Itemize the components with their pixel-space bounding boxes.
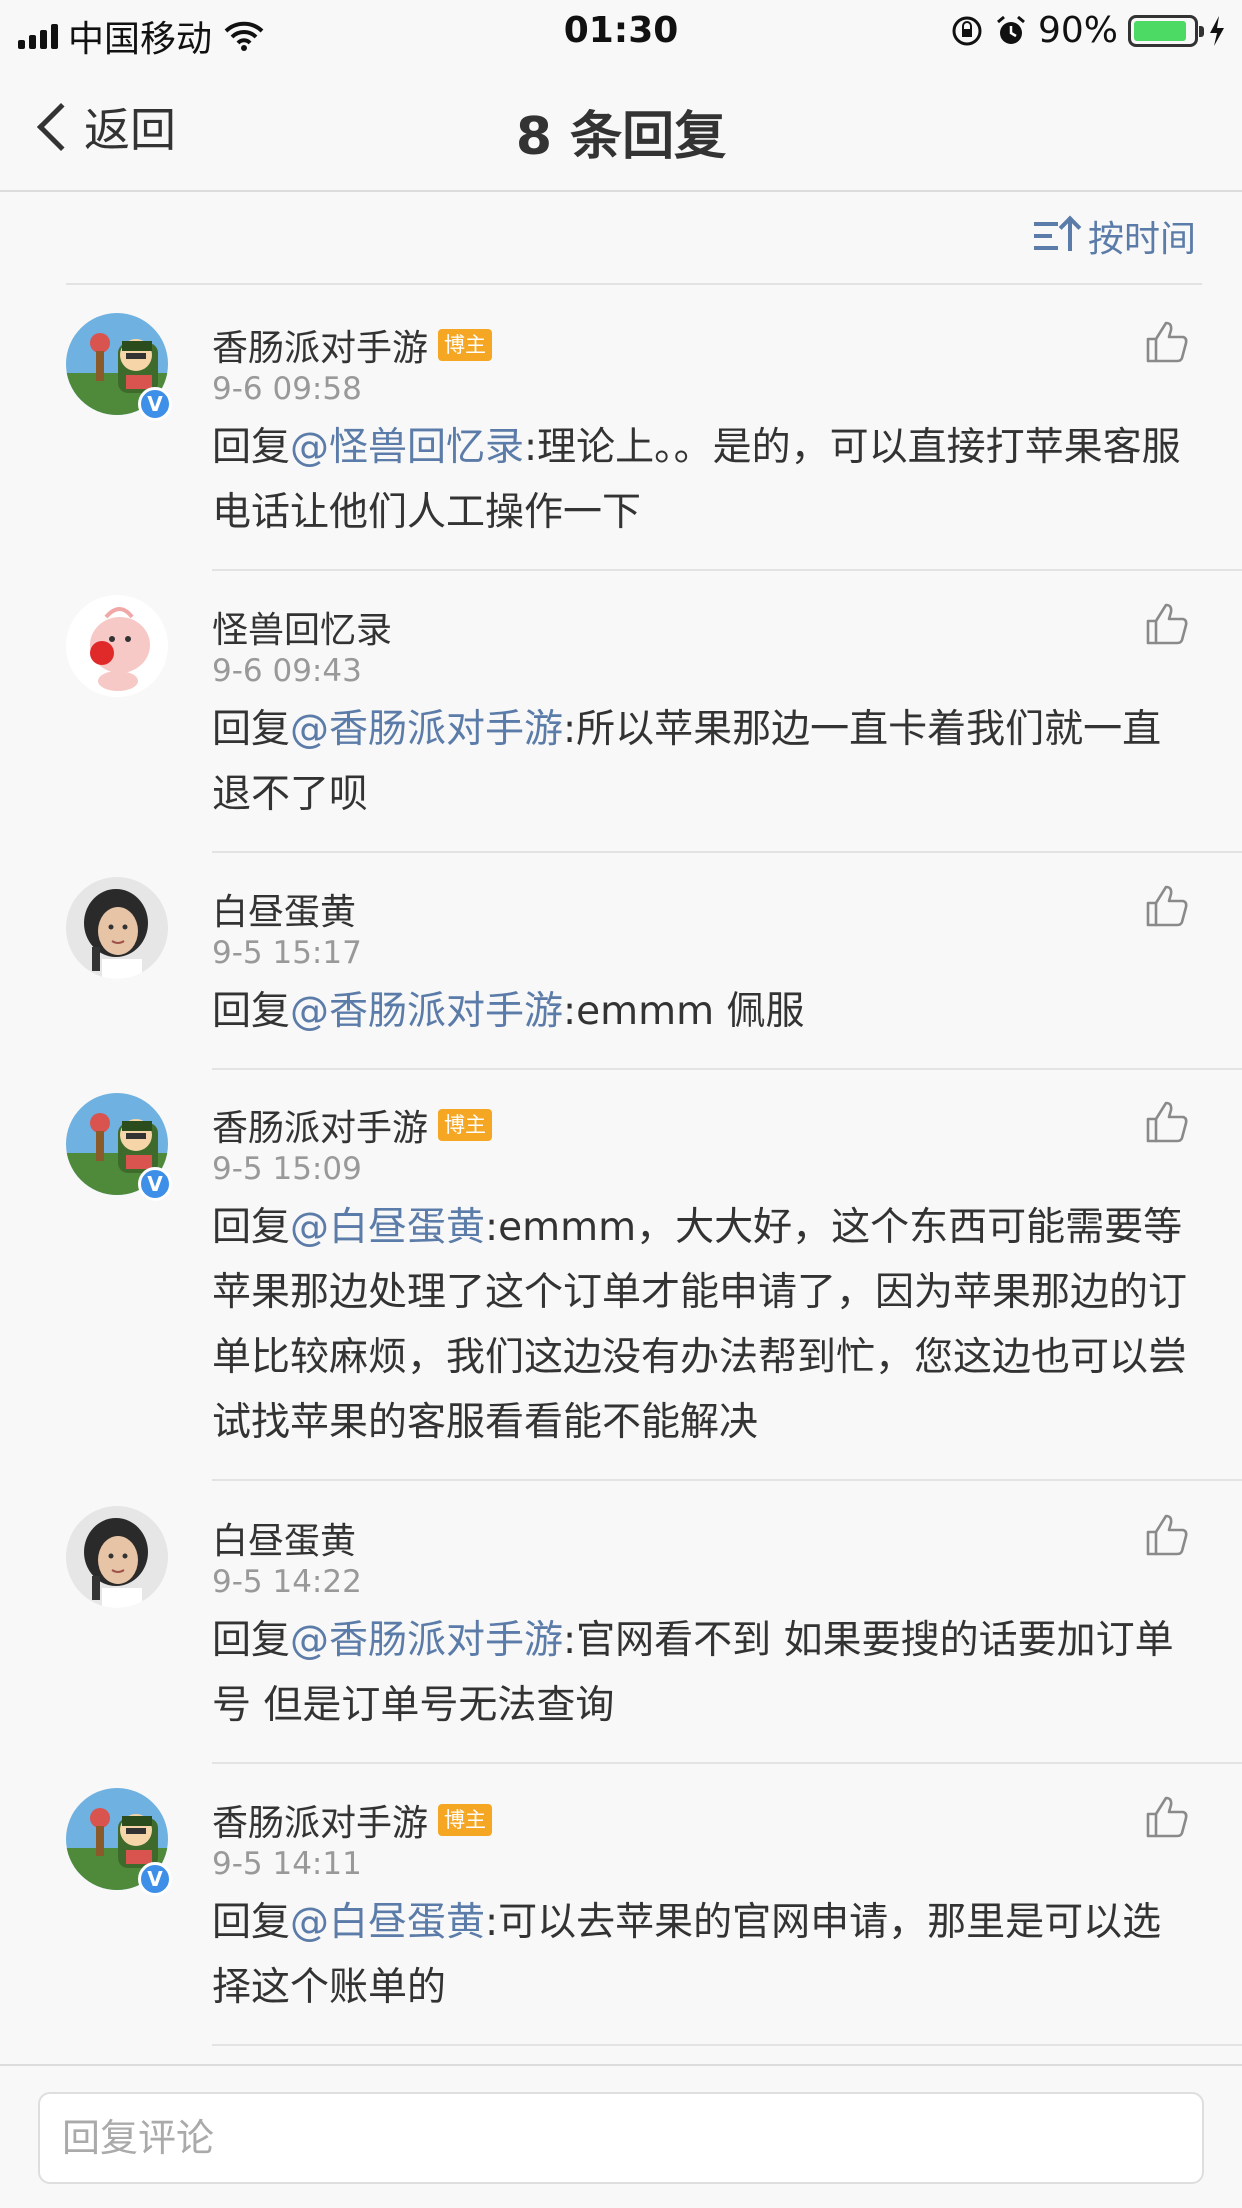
battery-icon: [1128, 14, 1204, 47]
status-bar: 中国移动 01:30 90%: [0, 0, 1242, 64]
reply-prefix: 回复: [212, 1900, 291, 1945]
reply-comment-input[interactable]: 回复评论: [38, 2092, 1204, 2184]
avatar[interactable]: [66, 1506, 168, 1608]
status-right: 90%: [950, 10, 1226, 51]
like-thumb-icon[interactable]: [1144, 601, 1190, 647]
charging-icon: [1210, 15, 1224, 46]
comment-text: 回复@香肠派对手游:emmm 佩服: [212, 979, 1192, 1044]
like-thumb-icon[interactable]: [1144, 319, 1190, 365]
battery-percent: 90%: [1037, 10, 1118, 51]
comment-author[interactable]: 香肠派对手游 博主: [212, 1794, 493, 1846]
alarm-icon: [997, 15, 1025, 44]
author-name[interactable]: 香肠派对手游: [212, 1794, 428, 1846]
comment-text: 回复@香肠派对手游:所以苹果那边一直卡着我们就一直退不了呗: [212, 697, 1192, 827]
like-thumb-icon[interactable]: [1144, 1512, 1190, 1558]
author-name[interactable]: 怪兽回忆录: [212, 601, 392, 653]
avatar[interactable]: V: [66, 1788, 172, 1896]
like-thumb-icon[interactable]: [1144, 1099, 1190, 1145]
author-name[interactable]: 白昼蛋黄: [212, 883, 356, 935]
battery-fill: [1134, 20, 1187, 41]
avatar[interactable]: [66, 877, 168, 979]
page-title: 8 条回复: [515, 107, 727, 167]
comment-author[interactable]: 白昼蛋黄: [212, 1512, 356, 1564]
reply-bar: 回复评论: [0, 2064, 1242, 2208]
verified-badge-icon: V: [138, 1862, 172, 1896]
mention-link[interactable]: @怪兽回忆录: [290, 425, 524, 470]
divider: [212, 851, 1242, 853]
avatar[interactable]: [66, 595, 168, 697]
sort-icon: [1033, 215, 1082, 253]
comment-author[interactable]: 香肠派对手游 博主: [212, 1099, 493, 1151]
mention-link[interactable]: @白昼蛋黄: [290, 1205, 485, 1250]
comment-time: 9-5 15:09: [212, 1151, 362, 1187]
reply-prefix: 回复: [212, 989, 291, 1034]
divider: [212, 1479, 1242, 1481]
comment-author[interactable]: 怪兽回忆录: [212, 601, 392, 653]
author-name[interactable]: 香肠派对手游: [212, 319, 428, 371]
divider: [66, 283, 1202, 285]
author-name[interactable]: 白昼蛋黄: [212, 1512, 356, 1564]
mention-link[interactable]: @香肠派对手游: [290, 707, 563, 752]
blogger-tag: 博主: [438, 1109, 493, 1141]
divider: [212, 2044, 1242, 2046]
comment-time: 9-6 09:58: [212, 371, 362, 407]
comment-text: 回复@白昼蛋黄:emmm，大大好，这个东西可能需要等苹果那边处理了这个订单才能申…: [212, 1195, 1192, 1455]
rotation-lock-icon: [952, 16, 982, 45]
verified-badge-icon: V: [138, 387, 172, 421]
comment-time: 9-5 14:22: [212, 1564, 362, 1600]
comment-author[interactable]: 白昼蛋黄: [212, 883, 356, 935]
blogger-tag: 博主: [438, 1804, 493, 1836]
mention-link[interactable]: @香肠派对手游: [290, 989, 563, 1034]
reply-prefix: 回复: [212, 707, 291, 752]
reply-prefix: 回复: [212, 1618, 291, 1663]
comment-text: 回复@香肠派对手游:官网看不到 如果要搜的话要加订单号 但是订单号无法查询: [212, 1608, 1192, 1738]
sort-by-time-button[interactable]: 按时间: [1033, 210, 1196, 262]
divider: [212, 1762, 1242, 1764]
comment-time: 9-6 09:43: [212, 653, 362, 689]
mention-link[interactable]: @香肠派对手游: [290, 1618, 563, 1663]
reply-prefix: 回复: [212, 425, 291, 470]
reply-prefix: 回复: [212, 1205, 291, 1250]
avatar[interactable]: V: [66, 313, 172, 421]
blogger-tag: 博主: [438, 329, 493, 361]
divider: [212, 569, 1242, 571]
avatar[interactable]: V: [66, 1093, 172, 1201]
comment-author[interactable]: 香肠派对手游 博主: [212, 319, 493, 371]
sort-label: 按时间: [1087, 219, 1196, 260]
comment-time: 9-5 14:11: [212, 1846, 362, 1882]
like-thumb-icon[interactable]: [1144, 1794, 1190, 1840]
author-name[interactable]: 香肠派对手游: [212, 1099, 428, 1151]
mention-link[interactable]: @白昼蛋黄: [290, 1900, 485, 1945]
navigation-bar: 返回 8 条回复: [0, 64, 1242, 192]
verified-badge-icon: V: [138, 1167, 172, 1201]
comment-text: 回复@怪兽回忆录:理论上。。是的，可以直接打苹果客服电话让他们人工操作一下: [212, 415, 1192, 545]
comment-time: 9-5 15:17: [212, 935, 362, 971]
comment-text: 回复@白昼蛋黄:可以去苹果的官网申请，那里是可以选择这个账单的: [212, 1890, 1192, 2020]
like-thumb-icon[interactable]: [1144, 883, 1190, 929]
comment-body: :emmm 佩服: [563, 989, 805, 1034]
divider: [212, 1068, 1242, 1070]
